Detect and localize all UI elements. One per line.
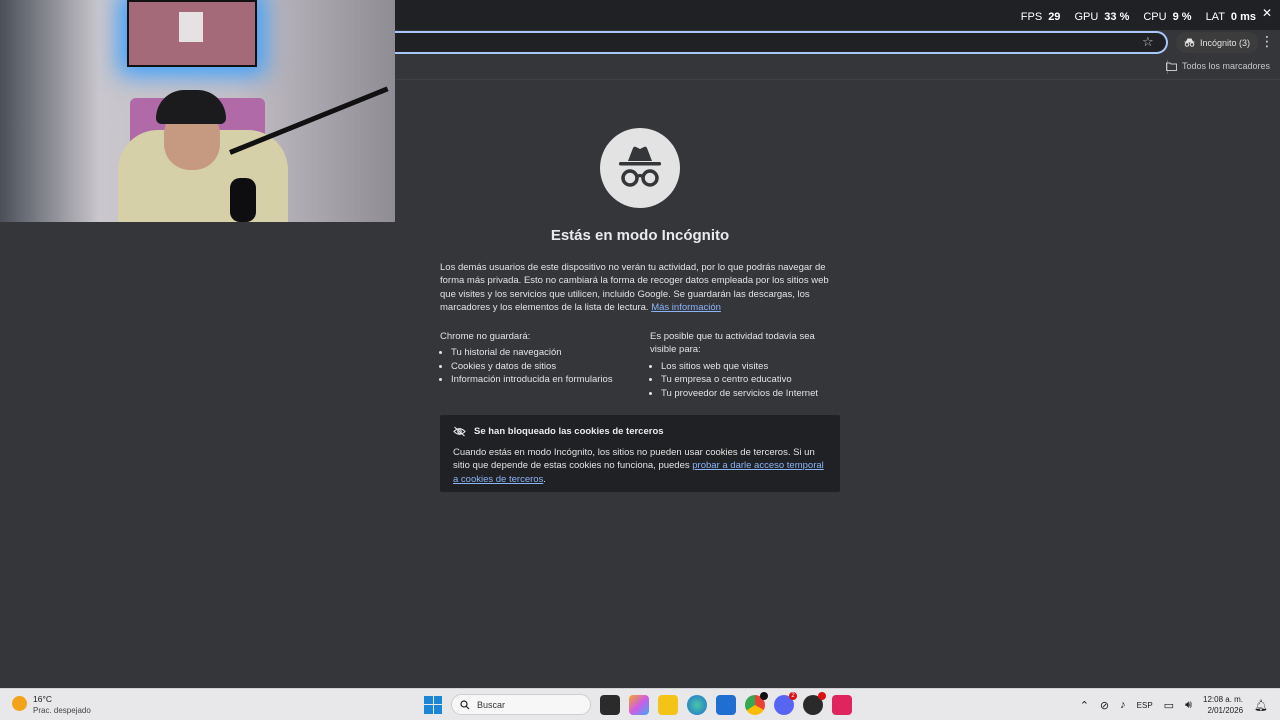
- weather-description: Prac. despejado: [33, 706, 91, 715]
- taskbar-search[interactable]: Buscar: [451, 694, 591, 715]
- tiktok-icon[interactable]: [832, 694, 852, 715]
- cpu-stat: CPU 9 %: [1143, 11, 1192, 23]
- incognito-large-icon: [619, 146, 661, 187]
- cookie-card-header: Se han bloqueado las cookies de terceros: [453, 426, 827, 437]
- notification-dot: [818, 691, 826, 700]
- chevron-up-icon[interactable]: ⌃: [1080, 699, 1089, 712]
- partly-sunny-icon: [12, 696, 27, 711]
- copilot-icon[interactable]: [629, 694, 649, 715]
- intro-text: Los demás usuarios de este dispositivo n…: [440, 262, 829, 313]
- incognito-logo: [600, 128, 680, 208]
- notification-badge: 2: [789, 691, 797, 700]
- list-item: Cookies y datos de sitios: [451, 360, 630, 374]
- clock[interactable]: 12:08 a. m. 2/01/2026: [1203, 694, 1243, 716]
- display-icon[interactable]: ▭: [1164, 699, 1174, 712]
- weather-widget[interactable]: 16°C Prac. despejado: [12, 694, 91, 715]
- taskbar: 16°C Prac. despejado Buscar 2 ⌃ ⊘ ♪ ESP …: [0, 688, 1280, 720]
- clock-time: 12:08 a. m.: [1203, 695, 1244, 704]
- task-view-icon[interactable]: [600, 694, 620, 715]
- incognito-chip-label: Incógnito (3): [1200, 37, 1251, 48]
- list-item: Tu historial de navegación: [451, 346, 630, 360]
- wont-save-list: Tu historial de navegación Cookies y dat…: [440, 346, 630, 387]
- discord-icon[interactable]: 2: [774, 691, 797, 715]
- all-bookmarks-button[interactable]: Todos los marcadores: [1165, 61, 1270, 71]
- close-icon[interactable]: ✕: [1262, 6, 1272, 20]
- network-off-icon[interactable]: ⊘: [1100, 699, 1109, 712]
- folder-icon: [1165, 62, 1177, 71]
- edge-icon[interactable]: [687, 694, 707, 715]
- menu-kebab-icon[interactable]: ⋮: [1260, 34, 1274, 48]
- third-party-cookies-card: Se han bloqueado las cookies de terceros…: [440, 415, 840, 492]
- volume-icon[interactable]: 🔊︎: [1185, 699, 1192, 712]
- page-title: Estás en modo Incógnito: [550, 227, 730, 244]
- latency-stat: LAT 0 ms: [1205, 11, 1256, 23]
- search-placeholder: Buscar: [477, 699, 506, 710]
- visible-to-list: Los sitios web que visites Tu empresa o …: [650, 360, 842, 401]
- chrome-icon[interactable]: [745, 691, 768, 715]
- streamer-cap: [156, 90, 226, 124]
- wont-save-section: Chrome no guardará: Tu historial de nave…: [440, 330, 630, 387]
- bookmarks-bar: Todos los marcadores: [395, 56, 1280, 80]
- incognito-profile-button[interactable]: Incógnito (3): [1176, 32, 1259, 53]
- microphone-icon[interactable]: ♪: [1120, 699, 1126, 711]
- chrome-incognito-badge: [760, 691, 768, 700]
- visible-to-section: Es posible que tu actividad todavía sea …: [650, 330, 842, 400]
- microsoft-store-icon[interactable]: [716, 694, 736, 715]
- weather-temperature: 16°C: [33, 694, 52, 704]
- eye-off-icon: [453, 426, 466, 437]
- list-item: Los sitios web que visites: [661, 360, 842, 374]
- more-info-link[interactable]: Más información: [651, 302, 721, 313]
- system-tray: ⌃ ⊘ ♪ ESP ▭ 🔊︎ 12:08 a. m. 2/01/2026 🔔︎: [1080, 694, 1268, 716]
- incognito-icon: [1184, 38, 1195, 47]
- gpu-stat: GPU 33 %: [1074, 11, 1130, 23]
- streamer: [118, 90, 288, 222]
- list-item: Tu empresa o centro educativo: [661, 373, 842, 387]
- taskbar-apps: Buscar 2: [424, 691, 852, 715]
- cookie-card-title: Se han bloqueado las cookies de terceros: [474, 426, 664, 437]
- wont-save-title: Chrome no guardará:: [440, 331, 531, 342]
- tv-image: [179, 12, 203, 42]
- file-explorer-icon[interactable]: [658, 694, 678, 715]
- address-bar[interactable]: ☆: [395, 31, 1168, 54]
- language-indicator[interactable]: ESP: [1137, 701, 1153, 710]
- windows-start-icon[interactable]: [424, 695, 442, 714]
- search-icon: [460, 699, 470, 709]
- webcam-tv: [127, 0, 257, 67]
- notification-bell-icon[interactable]: 🔔︎: [1254, 699, 1268, 712]
- list-item: Tu proveedor de servicios de Internet: [661, 387, 842, 401]
- webcam-overlay: [0, 0, 395, 222]
- clock-date: 2/01/2026: [1207, 706, 1244, 715]
- fps-stat: FPS 29: [1020, 11, 1061, 23]
- list-item: Información introducida en formularios: [451, 373, 630, 387]
- visible-to-title: Es posible que tu actividad todavía sea …: [650, 331, 815, 356]
- app-icon[interactable]: [803, 691, 826, 715]
- cookie-card-body: Cuando estás en modo Incógnito, los siti…: [453, 447, 824, 485]
- star-icon[interactable]: ☆: [1142, 35, 1156, 49]
- microphone: [230, 178, 256, 222]
- all-bookmarks-label: Todos los marcadores: [1181, 61, 1270, 71]
- performance-overlay: FPS 29 GPU 33 % CPU 9 % LAT 0 ms: [1021, 11, 1256, 23]
